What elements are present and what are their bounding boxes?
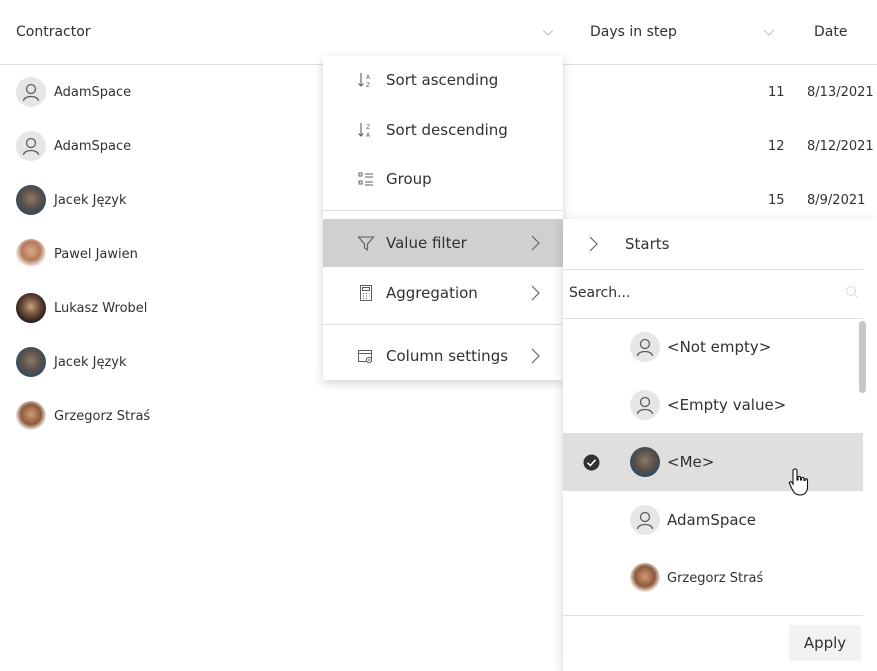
chevron-right-icon — [589, 236, 598, 252]
contractor-name: AdamSpace — [54, 84, 132, 100]
menu-item-label: Aggregation — [386, 284, 478, 302]
chevron-right-icon — [531, 235, 540, 251]
contractor-name: Jacek Język — [54, 354, 127, 370]
avatar — [16, 347, 46, 377]
days-value: 15 — [768, 192, 785, 208]
contractor-name: Grzegorz Straś — [54, 408, 151, 424]
avatar — [16, 185, 46, 215]
calculator-icon — [357, 284, 375, 302]
search-icon — [845, 285, 859, 299]
starts-label: Starts — [625, 235, 670, 253]
svg-text:Z: Z — [366, 82, 370, 89]
person-icon — [630, 390, 660, 420]
person-icon — [630, 332, 660, 362]
submenu-item-starts[interactable]: Starts — [563, 219, 863, 269]
svg-text:Z: Z — [366, 124, 370, 131]
filter-search-box[interactable] — [563, 269, 863, 319]
person-icon — [630, 505, 660, 535]
sort-ascending-icon: AZ — [357, 71, 375, 89]
menu-item-label: Group — [386, 170, 432, 188]
chevron-right-icon — [531, 285, 540, 301]
column-context-menu: AZ Sort ascending ZA Sort descending Gro… — [323, 56, 563, 380]
menu-item-group[interactable]: Group — [323, 155, 563, 203]
contractor-name: Pawel Jawien — [54, 246, 138, 262]
column-header-contractor-label: Contractor — [16, 24, 91, 40]
filter-option-empty-value[interactable]: <Empty value> — [563, 376, 863, 434]
filter-option-adamspace[interactable]: AdamSpace — [563, 491, 863, 549]
filter-option-label: Grzegorz Straś — [667, 570, 764, 586]
avatar — [630, 563, 660, 593]
filter-option-not-empty[interactable]: <Not empty> — [563, 318, 863, 376]
person-icon — [16, 77, 46, 107]
avatar — [16, 239, 46, 269]
avatar — [16, 401, 46, 431]
contractor-name: Jacek Język — [54, 192, 127, 208]
menu-item-sort-ascending[interactable]: AZ Sort ascending — [323, 56, 563, 104]
column-header-date[interactable]: Date — [814, 0, 847, 64]
contractor-name: AdamSpace — [54, 138, 132, 154]
menu-item-label: Column settings — [386, 347, 509, 365]
avatar — [16, 293, 46, 323]
filter-option-label: <Empty value> — [667, 396, 787, 414]
date-value: 8/12/2021 — [807, 138, 874, 154]
footer-divider — [563, 615, 863, 616]
value-filter-submenu: Starts <Not empty> <Empty value> <Me> Ad… — [563, 219, 877, 671]
menu-item-label: Sort descending — [386, 121, 508, 139]
menu-item-label: Sort ascending — [386, 71, 499, 89]
column-header-days-in-step[interactable]: Days in step — [590, 0, 677, 64]
chevron-down-icon[interactable] — [542, 26, 554, 38]
column-header-date-label: Date — [814, 24, 848, 40]
column-header-days-label: Days in step — [590, 24, 677, 40]
menu-item-aggregation[interactable]: Aggregation — [323, 269, 563, 317]
filter-option-label: <Me> — [667, 453, 715, 471]
date-value: 8/9/2021 — [807, 192, 866, 208]
days-value: 11 — [768, 84, 785, 100]
menu-divider — [323, 210, 563, 211]
checkmark-icon — [583, 454, 600, 471]
person-icon — [16, 131, 46, 161]
menu-item-sort-descending[interactable]: ZA Sort descending — [323, 106, 563, 154]
filter-option-grzegorz[interactable]: Grzegorz Straś — [563, 549, 863, 607]
svg-text:A: A — [366, 74, 371, 81]
svg-text:A: A — [366, 132, 371, 139]
group-icon — [357, 170, 375, 188]
menu-item-label: Value filter — [386, 234, 467, 252]
column-header-contractor[interactable]: Contractor — [16, 0, 556, 64]
apply-button[interactable]: Apply — [789, 625, 861, 661]
sort-descending-icon: ZA — [357, 121, 375, 139]
menu-divider — [323, 324, 563, 325]
menu-item-column-settings[interactable]: Column settings — [323, 332, 563, 380]
filter-option-me[interactable]: <Me> — [563, 433, 863, 496]
chevron-down-icon[interactable] — [763, 26, 775, 38]
avatar — [630, 447, 660, 477]
date-value: 8/13/2021 — [807, 84, 874, 100]
chevron-right-icon — [531, 348, 540, 364]
filter-option-label: AdamSpace — [667, 511, 757, 529]
days-value: 12 — [768, 138, 785, 154]
filter-icon — [357, 234, 375, 252]
column-settings-icon — [357, 347, 375, 365]
contractor-name: Lukasz Wrobel — [54, 300, 148, 316]
menu-item-value-filter[interactable]: Value filter — [323, 219, 563, 267]
search-input[interactable] — [569, 280, 829, 306]
filter-option-label: <Not empty> — [667, 338, 772, 356]
